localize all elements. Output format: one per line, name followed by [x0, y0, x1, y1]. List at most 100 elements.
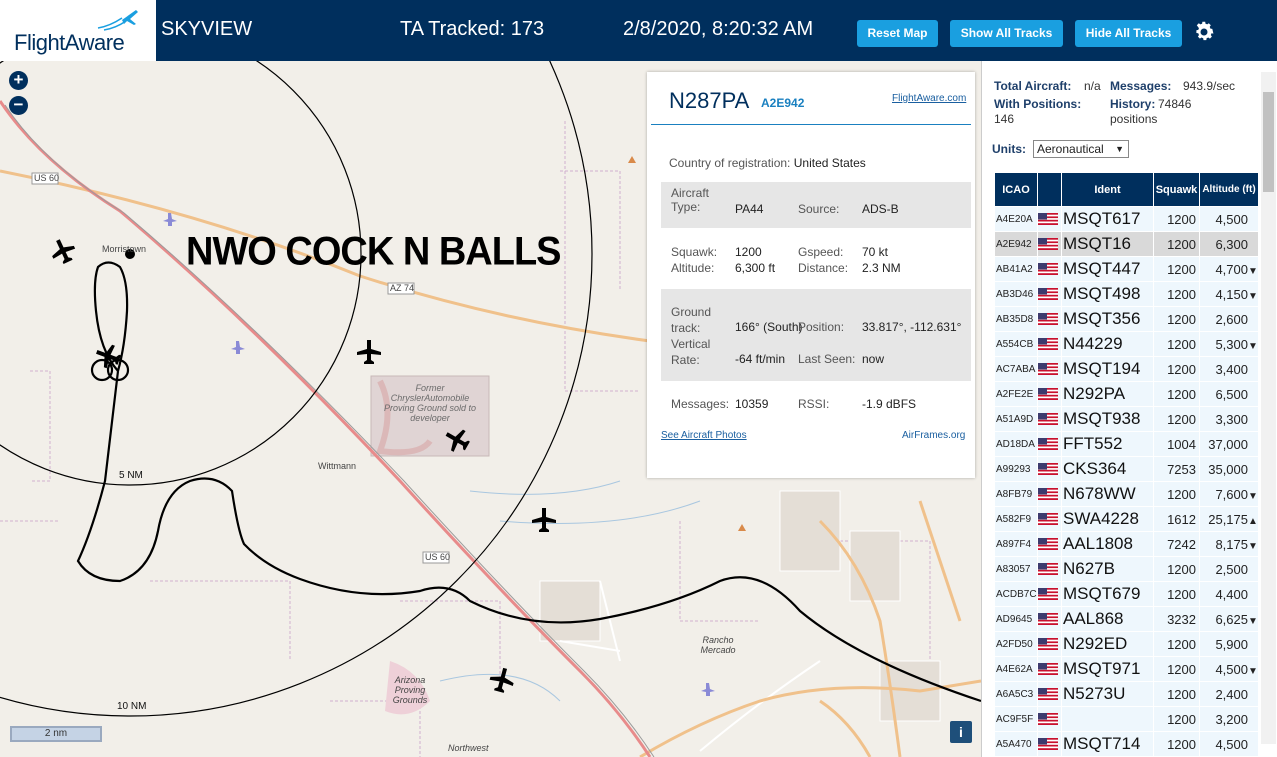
map-label-us60-south: US 60	[425, 552, 451, 562]
table-row[interactable]: A99293 CKS364 7253 35,000	[995, 457, 1258, 481]
chevron-down-icon: ▼	[1115, 144, 1124, 154]
us-flag-icon	[1038, 638, 1058, 651]
row-icao: A2E942	[995, 232, 1037, 256]
show-all-tracks-button[interactable]: Show All Tracks	[950, 20, 1063, 47]
row-altitude: 2,600	[1200, 307, 1258, 331]
gear-icon[interactable]	[1192, 20, 1216, 44]
brand-name: FlightAware	[14, 30, 125, 55]
aircraft-photos-link[interactable]: See Aircraft Photos	[661, 430, 747, 441]
row-ident: MSQT498	[1062, 282, 1153, 306]
aircraft-type-label: Aircraft Type:	[671, 186, 710, 214]
row-squawk: 1200	[1154, 707, 1199, 731]
table-row[interactable]: AC9F5F 1200 3,200	[995, 707, 1258, 731]
row-altitude: 8,175▼	[1200, 532, 1258, 556]
table-row[interactable]: A582F9 SWA4228 1612 25,175▲	[995, 507, 1258, 531]
row-squawk: 1200	[1154, 407, 1199, 431]
table-row[interactable]: AD9645 AAL868 3232 6,625▼	[995, 607, 1258, 631]
row-altitude-value: 3,300	[1215, 411, 1248, 427]
row-flag	[1038, 682, 1061, 706]
sidebar-scrollbar[interactable]	[1261, 72, 1276, 744]
row-flag	[1038, 307, 1061, 331]
table-row[interactable]: A897F4 AAL1808 7242 8,175▼	[995, 532, 1258, 556]
reset-map-button[interactable]: Reset Map	[857, 20, 938, 47]
row-squawk: 1200	[1154, 357, 1199, 381]
row-ident: MSQT971	[1062, 657, 1153, 681]
us-flag-icon	[1038, 463, 1058, 476]
table-row[interactable]: A5A470 MSQT714 1200 4,500	[995, 732, 1258, 756]
zoom-in-button[interactable]: +	[9, 71, 28, 90]
logo-plane-icon	[97, 10, 138, 31]
country-value: United States	[793, 156, 866, 170]
rssi-value: -1.9 dBFS	[862, 397, 917, 411]
row-squawk: 1200	[1154, 582, 1199, 606]
row-ident: MSQT447	[1062, 257, 1153, 281]
position-label: Position:	[798, 320, 845, 334]
total-aircraft-value: n/a	[1084, 79, 1101, 93]
row-flag	[1038, 332, 1061, 356]
column-header-ident[interactable]: Ident	[1062, 173, 1153, 206]
table-row[interactable]: A4E62A MSQT971 1200 4,500▼	[995, 657, 1258, 681]
table-row[interactable]: A83057 N627B 1200 2,500	[995, 557, 1258, 581]
row-altitude: 25,175▲	[1200, 507, 1258, 531]
column-header-flag[interactable]	[1038, 173, 1061, 206]
table-row[interactable]: A6A5C3 N5273U 1200 2,400	[995, 682, 1258, 706]
row-icao: A582F9	[995, 507, 1037, 531]
table-row[interactable]: A4E20A MSQT617 1200 4,500	[995, 207, 1258, 231]
row-flag	[1038, 532, 1061, 556]
table-row[interactable]: AB35D8 MSQT356 1200 2,600	[995, 307, 1258, 331]
row-squawk: 1200	[1154, 232, 1199, 256]
table-row[interactable]: A51A9D MSQT938 1200 3,300	[995, 407, 1258, 431]
distance-value: 2.3 NM	[862, 261, 901, 275]
us-flag-icon	[1038, 488, 1058, 501]
aircraft-table-container[interactable]: ICAO Ident Squawk Altitude (ft) A4E20A MS…	[994, 172, 1259, 757]
aircraft-table-body: A4E20A MSQT617 1200 4,500 A2E942 MSQT16 1200 6,…	[995, 207, 1258, 756]
hide-all-tracks-button[interactable]: Hide All Tracks	[1075, 20, 1182, 47]
row-icao: A897F4	[995, 532, 1037, 556]
with-positions-label: With Positions:	[994, 97, 1082, 111]
altitude-trend-icon: ▼	[1248, 615, 1258, 627]
row-icao: AB35D8	[995, 307, 1037, 331]
row-squawk: 3232	[1154, 607, 1199, 631]
airframes-link[interactable]: AirFrames.org	[902, 430, 965, 441]
us-flag-icon	[1038, 738, 1058, 751]
table-row[interactable]: A8FB79 N678WW 1200 7,600▼	[995, 482, 1258, 506]
track-section: Ground track: 166° (South) Position: 33.…	[661, 289, 971, 381]
table-row[interactable]: AB41A2 MSQT447 1200 4,700▼	[995, 257, 1258, 281]
zoom-out-button[interactable]: −	[9, 96, 28, 115]
column-header-icao[interactable]: ICAO	[995, 173, 1037, 206]
map-info-button[interactable]: i	[950, 721, 972, 743]
row-altitude-value: 3,200	[1215, 711, 1248, 727]
row-flag	[1038, 732, 1061, 756]
row-altitude: 5,300▼	[1200, 332, 1258, 356]
flightaware-link[interactable]: FlightAware.com	[892, 93, 966, 104]
sidebar-scrollbar-thumb[interactable]	[1263, 92, 1274, 192]
table-row[interactable]: AD18DA FFT552 1004 37,000	[995, 432, 1258, 456]
row-squawk: 1200	[1154, 382, 1199, 406]
range-ring-10nm-label: 10 NM	[117, 701, 147, 712]
table-row[interactable]: A2FE2E N292PA 1200 6,500	[995, 382, 1258, 406]
vertical-rate-value: -64 ft/min	[735, 352, 786, 366]
row-squawk: 1200	[1154, 207, 1199, 231]
row-flag	[1038, 432, 1061, 456]
row-flag	[1038, 632, 1061, 656]
flightaware-logo[interactable]: FlightAware	[0, 0, 156, 61]
popup-ident: N287PA	[669, 88, 750, 113]
row-altitude-value: 7,600	[1215, 486, 1248, 502]
table-row[interactable]: ACDB7C MSQT679 1200 4,400	[995, 582, 1258, 606]
row-altitude: 4,500	[1200, 732, 1258, 756]
units-select[interactable]: Aeronautical ▼	[1033, 140, 1129, 158]
table-row[interactable]: A2E942 MSQT16 1200 6,300	[995, 232, 1258, 256]
table-row[interactable]: A2FD50 N292ED 1200 5,900	[995, 632, 1258, 656]
column-header-squawk[interactable]: Squawk	[1154, 173, 1199, 206]
table-row[interactable]: AB3D46 MSQT498 1200 4,150▼	[995, 282, 1258, 306]
table-row[interactable]: A554CB N44229 1200 5,300▼	[995, 332, 1258, 356]
row-icao: AD18DA	[995, 432, 1037, 456]
row-flag	[1038, 582, 1061, 606]
row-squawk: 1200	[1154, 282, 1199, 306]
row-squawk: 7242	[1154, 532, 1199, 556]
us-flag-icon	[1038, 413, 1058, 426]
map-label-former-chrysler: Former ChryslerAutomobile Proving Ground…	[383, 383, 477, 423]
table-row[interactable]: AC7ABA MSQT194 1200 3,400	[995, 357, 1258, 381]
row-ident: SWA4228	[1062, 507, 1153, 531]
column-header-altitude[interactable]: Altitude (ft)	[1200, 173, 1258, 206]
